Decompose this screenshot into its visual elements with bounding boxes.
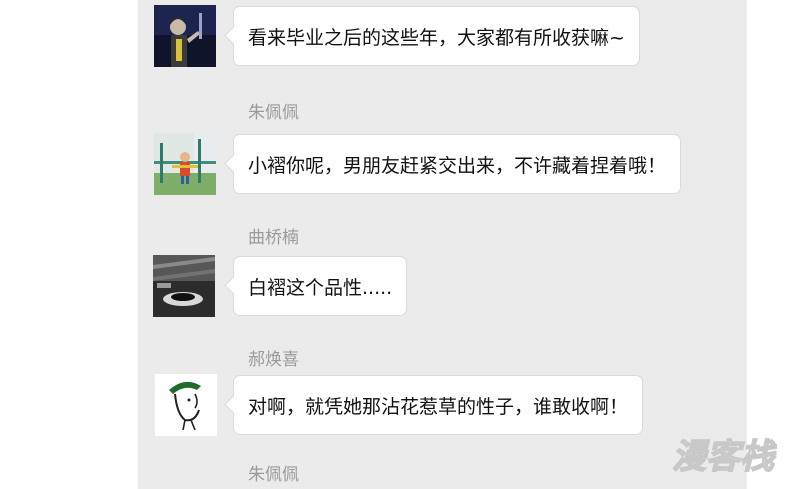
- message-bubble[interactable]: 看来毕业之后的这些年，大家都有所收获嘛~: [233, 6, 640, 66]
- sender-name: 曲桥楠: [248, 228, 299, 248]
- sender-name: 朱佩佩: [248, 465, 299, 485]
- avatar-coffee[interactable]: [153, 255, 215, 317]
- message-text: 对啊，就凭她那沾花惹草的性子，谁敢收啊！: [248, 395, 629, 418]
- message-text: 白褶这个品性.....: [248, 276, 393, 299]
- sender-name: 朱佩佩: [248, 103, 299, 123]
- sender-name: 郝焕喜: [248, 350, 299, 370]
- message-bubble[interactable]: 小褶你呢，男朋友赶紧交出来，不许藏着捏着哦！: [233, 134, 682, 194]
- message-bubble[interactable]: 白褶这个品性.....: [233, 256, 408, 316]
- avatar-child[interactable]: [154, 133, 216, 195]
- svg-text:漫客栈: 漫客栈: [672, 437, 777, 477]
- watermark-logo: 漫客栈: [668, 430, 796, 480]
- message-bubble[interactable]: 对啊，就凭她那沾花惹草的性子，谁敢收啊！: [233, 375, 644, 435]
- message-text: 小褶你呢，男朋友赶紧交出来，不许藏着捏着哦！: [248, 154, 667, 177]
- message-text: 看来毕业之后的这些年，大家都有所收获嘛~: [248, 26, 625, 49]
- avatar-performer[interactable]: [154, 5, 216, 67]
- avatar-cartoon[interactable]: [155, 374, 217, 436]
